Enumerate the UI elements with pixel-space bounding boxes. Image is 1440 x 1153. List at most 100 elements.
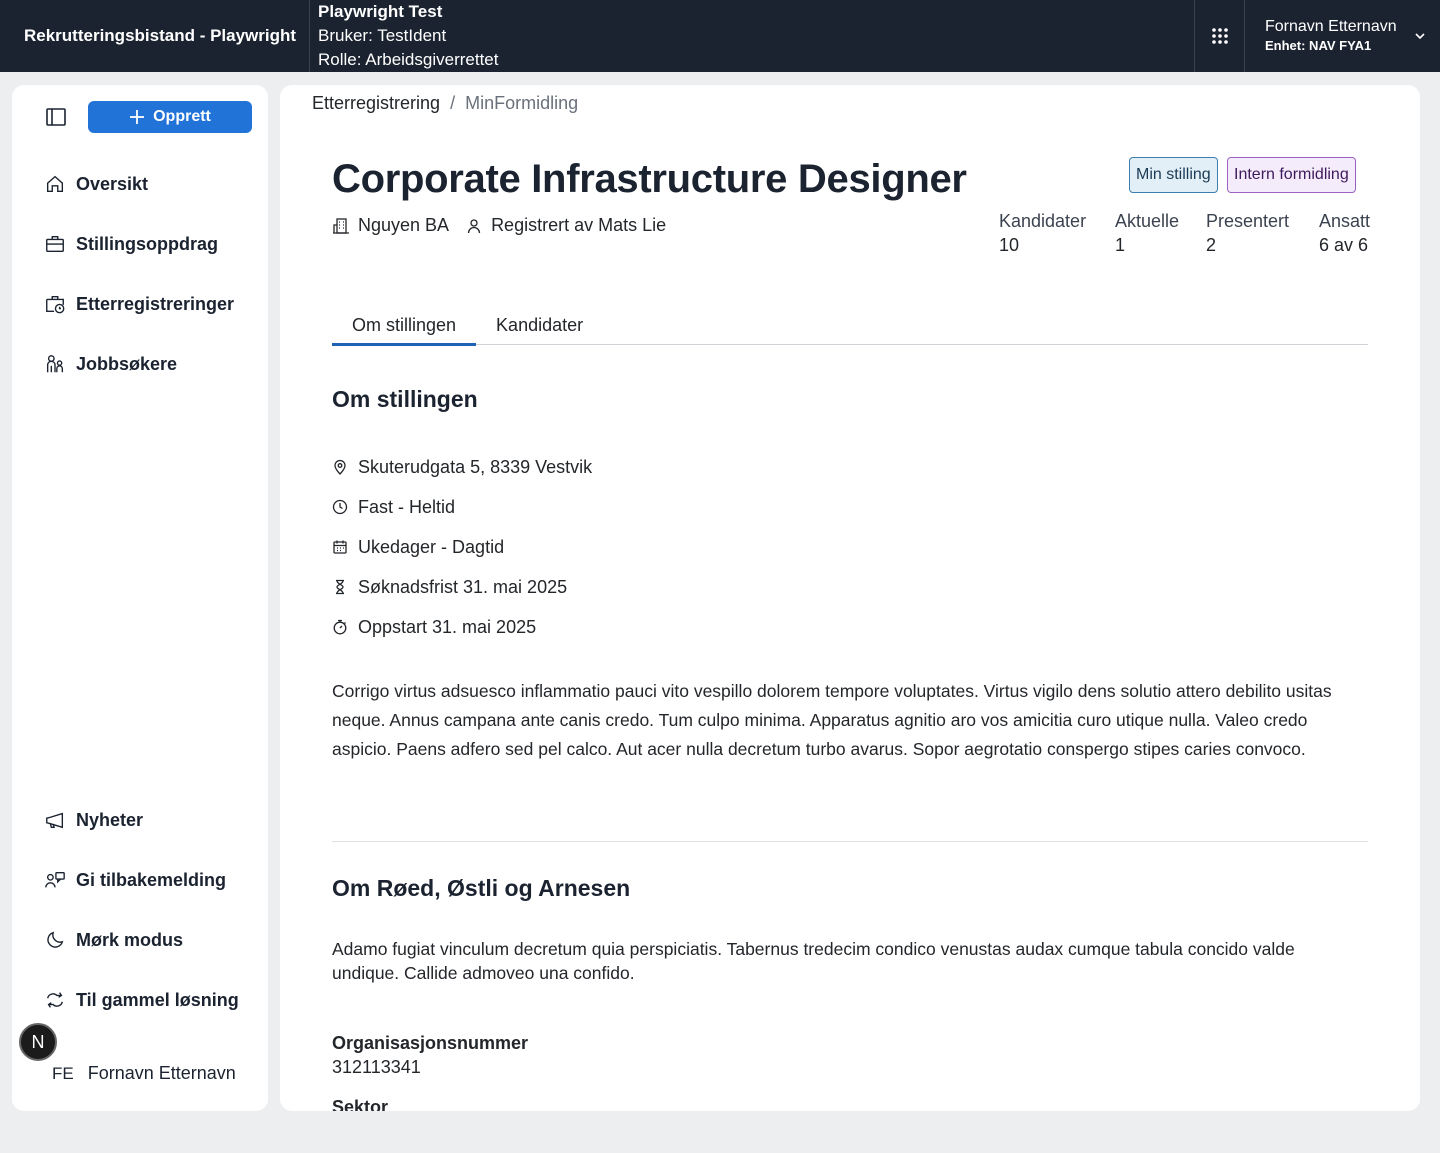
sidebar-user-name: Fornavn Etternavn [87,1063,236,1083]
environment-info: Playwright Test Bruker: TestIdent Rolle:… [310,0,1194,72]
avatar: FE [52,1063,74,1083]
calendar-icon [333,540,347,554]
app-title[interactable]: Rekrutteringsbistand - Playwright [0,0,310,72]
location-pin-icon [334,459,346,475]
tab-om-stillingen[interactable]: Om stillingen [332,305,477,346]
job-meta: Nguyen BA Registrert av Mats Lie [332,215,666,236]
candidate-stats: Kandidater 10 Aktuelle 1 Presentert 2 An… [999,209,1370,257]
job-description: Corrigo virtus adsuesco inflammatio pauc… [332,681,1332,759]
create-button[interactable]: Opprett [88,101,252,133]
sidebar-item-stillingsoppdrag[interactable]: Stillingsoppdrag [44,228,218,260]
stat-presentert: Presentert 2 [1206,209,1319,257]
page-title: Corporate Infrastructure Designer [332,157,967,201]
tab-kandidater[interactable]: Kandidater [476,305,603,345]
stopwatch-icon [333,619,347,635]
fact-text: Fast - Heltid [358,496,456,517]
stat-value: 6 av 6 [1319,235,1369,255]
floating-badge-button[interactable]: N [19,1023,57,1061]
sidebar-item-label: Oversikt [76,173,149,194]
job-facts: Skuterudgata 5, 8339 Vestvik Fast - Helt… [332,447,592,647]
stat-label: Aktuelle [1115,211,1180,231]
status-badge-intern: Intern formidling [1227,157,1356,193]
apps-menu-button[interactable] [1194,0,1244,72]
hourglass-icon [336,579,344,595]
briefcase-icon [46,235,64,253]
sidebar-item-label: Stillingsoppdrag [76,233,218,254]
env-role: Rolle: Arbeidsgiverrettet [318,50,499,69]
tab-bar: Om stillingen Kandidater [332,305,1368,346]
sidebar-panel-icon [46,108,66,126]
stat-kandidater: Kandidater 10 [999,209,1115,257]
sidebar-toggle[interactable] [44,105,68,129]
env-name: Playwright Test [318,2,443,21]
person-icon [467,218,481,233]
sidebar-item-jobbsokere[interactable]: Jobbsøkere [44,348,177,380]
user-name: Fornavn Etternavn [1265,18,1397,35]
sector-label: Sektor [332,1097,389,1111]
fact-text: Søknadsfrist 31. mai 2025 [358,576,568,597]
env-user: Bruker: TestIdent [318,26,447,45]
plus-icon [130,110,145,124]
create-button-label: Opprett [153,108,211,125]
breadcrumb-parent[interactable]: Etterregistrering [312,93,440,114]
sidebar-item-label: Til gammel løsning [76,989,239,1010]
person-chat-icon [45,871,65,888]
fact-address: Skuterudgata 5, 8339 Vestvik [332,447,592,487]
megaphone-icon [46,812,64,829]
fact-text: Ukedager - Dagtid [358,536,505,557]
chevron-down-icon [1415,33,1425,40]
fact-working-hours: Ukedager - Dagtid [332,527,592,567]
sidebar-item-nyheter[interactable]: Nyheter [44,804,143,836]
stat-label: Presentert [1206,211,1290,231]
sidebar-item-label: Mørk modus [76,929,184,950]
sidebar-user[interactable]: FE Fornavn Etternavn [52,1063,236,1084]
fact-employment-type: Fast - Heltid [332,487,592,527]
stat-value: 1 [1115,235,1126,255]
sidebar-item-label: Nyheter [76,809,144,830]
employer-name: Nguyen BA [358,215,450,235]
stat-label: Ansatt [1319,211,1371,231]
stat-value: 2 [1206,235,1217,255]
top-header: Rekrutteringsbistand - Playwright Playwr… [0,0,1440,72]
people-icon [46,355,64,373]
fact-start: Oppstart 31. mai 2025 [332,607,592,647]
sidebar-item-etterregistreringer[interactable]: Etterregistreringer [44,288,234,320]
registered-by: Registrert av Mats Lie [491,215,667,235]
house-icon [46,175,64,193]
clock-icon [332,499,348,515]
breadcrumb-separator: / [450,93,456,113]
sidebar-item-oversikt[interactable]: Oversikt [44,168,148,200]
user-menu[interactable]: Fornavn Etternavn Enhet: NAV FYA1 [1244,0,1440,72]
briefcase-clock-icon [46,295,65,314]
user-unit: Enhet: NAV FYA1 [1265,38,1372,53]
fact-deadline: Søknadsfrist 31. mai 2025 [332,567,592,607]
fact-text: Oppstart 31. mai 2025 [358,616,537,637]
stat-label: Kandidater [999,211,1087,231]
breadcrumb: Etterregistrering / MinFormidling [312,93,578,114]
sidebar-item-label: Etterregistreringer [76,293,235,314]
sidebar-item-mork-modus[interactable]: Mørk modus [44,924,183,956]
employer-meta: Nguyen BA [332,215,449,236]
sidebar-item-gi-tilbakemelding[interactable]: Gi tilbakemelding [44,864,226,896]
stat-aktuelle: Aktuelle 1 [1115,209,1206,257]
section-divider [332,841,1368,842]
moon-icon [47,931,64,948]
org-number-value: 312113341 [332,1057,421,1077]
grid-icon [1211,28,1228,44]
building-icon [333,217,349,234]
section-heading-employer: Om Røed, Østli og Arnesen [332,875,631,901]
sidebar-item-label: Gi tilbakemelding [76,869,227,890]
breadcrumb-current: MinFormidling [465,93,579,113]
stat-ansatt: Ansatt 6 av 6 [1319,209,1370,257]
status-badge-own: Min stilling [1129,157,1218,193]
sidebar: Opprett Oversikt Stillingsoppdrag Etterr… [12,85,268,1111]
fact-text: Skuterudgata 5, 8339 Vestvik [358,456,593,477]
section-heading-about: Om stillingen [332,386,478,412]
employer-description: Adamo fugiat vinculum decretum quia pers… [332,939,1295,983]
stat-value: 10 [999,235,1020,255]
arrows-circle-icon [46,992,64,1008]
sidebar-item-til-gammel-losning[interactable]: Til gammel løsning [44,984,239,1016]
org-number-label: Organisasjonsnummer [332,1033,529,1053]
main-content: Etterregistrering / MinFormidling Corpor… [280,85,1420,1111]
registered-by-meta: Registrert av Mats Lie [465,215,666,236]
